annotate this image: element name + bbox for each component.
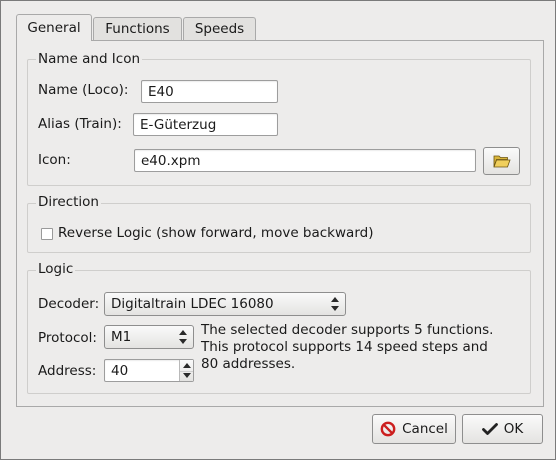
protocol-select-value: M1 [111,329,132,345]
tab-general[interactable]: General [16,14,92,41]
alias-input[interactable]: E-Güterzug [133,113,278,136]
cancel-button-label: Cancel [402,421,448,437]
spin-up-icon[interactable] [183,363,191,368]
tab-general-label: General [27,20,81,36]
checkmark-icon [481,423,498,435]
folder-open-icon [492,155,511,168]
logic-title: Logic [36,261,76,277]
tab-functions[interactable]: Functions [93,17,182,40]
loco-properties-dialog: General Functions Speeds Name and Icon N… [0,0,556,460]
address-spinner[interactable]: 40 [104,359,194,382]
spin-divider [180,370,193,372]
spin-down-icon[interactable] [183,373,191,378]
select-arrows-icon [331,296,339,312]
notebook-page-general: Name and Icon Name (Loco): E40 Alias (Tr… [16,40,544,407]
address-label: Address: [38,363,97,379]
info-line-2: This protocol supports 14 speed steps an… [201,339,488,355]
browse-icon-button[interactable] [483,147,520,175]
name-label: Name (Loco): [38,82,129,98]
tab-speeds-label: Speeds [194,21,245,37]
address-value: 40 [111,362,129,379]
tab-functions-label: Functions [105,21,170,37]
decoder-select-value: Digitaltrain LDEC 16080 [111,296,274,312]
reverse-logic-checkbox[interactable] [41,228,53,240]
ok-button-label: OK [503,421,524,437]
protocol-select[interactable]: M1 [104,325,194,349]
cancel-button[interactable]: Cancel [372,414,456,444]
name-icon-title: Name and Icon [36,51,143,67]
icon-input[interactable]: e40.xpm [134,149,476,172]
name-input[interactable]: E40 [141,80,278,103]
direction-title: Direction [36,194,101,210]
info-line-3: 80 addresses. [201,356,296,372]
info-line-1: The selected decoder supports 5 function… [201,322,494,338]
decoder-select[interactable]: Digitaltrain LDEC 16080 [104,292,346,316]
cancel-icon [380,421,396,437]
tab-speeds[interactable]: Speeds [183,17,256,40]
ok-button[interactable]: OK [462,414,543,444]
icon-label: Icon: [38,152,71,168]
decoder-label: Decoder: [38,296,100,312]
protocol-label: Protocol: [38,330,97,346]
reverse-logic-label: Reverse Logic (show forward, move backwa… [58,225,374,241]
select-arrows-icon [179,329,187,345]
address-spin-buttons[interactable] [179,360,193,381]
alias-label: Alias (Train): [38,116,122,132]
